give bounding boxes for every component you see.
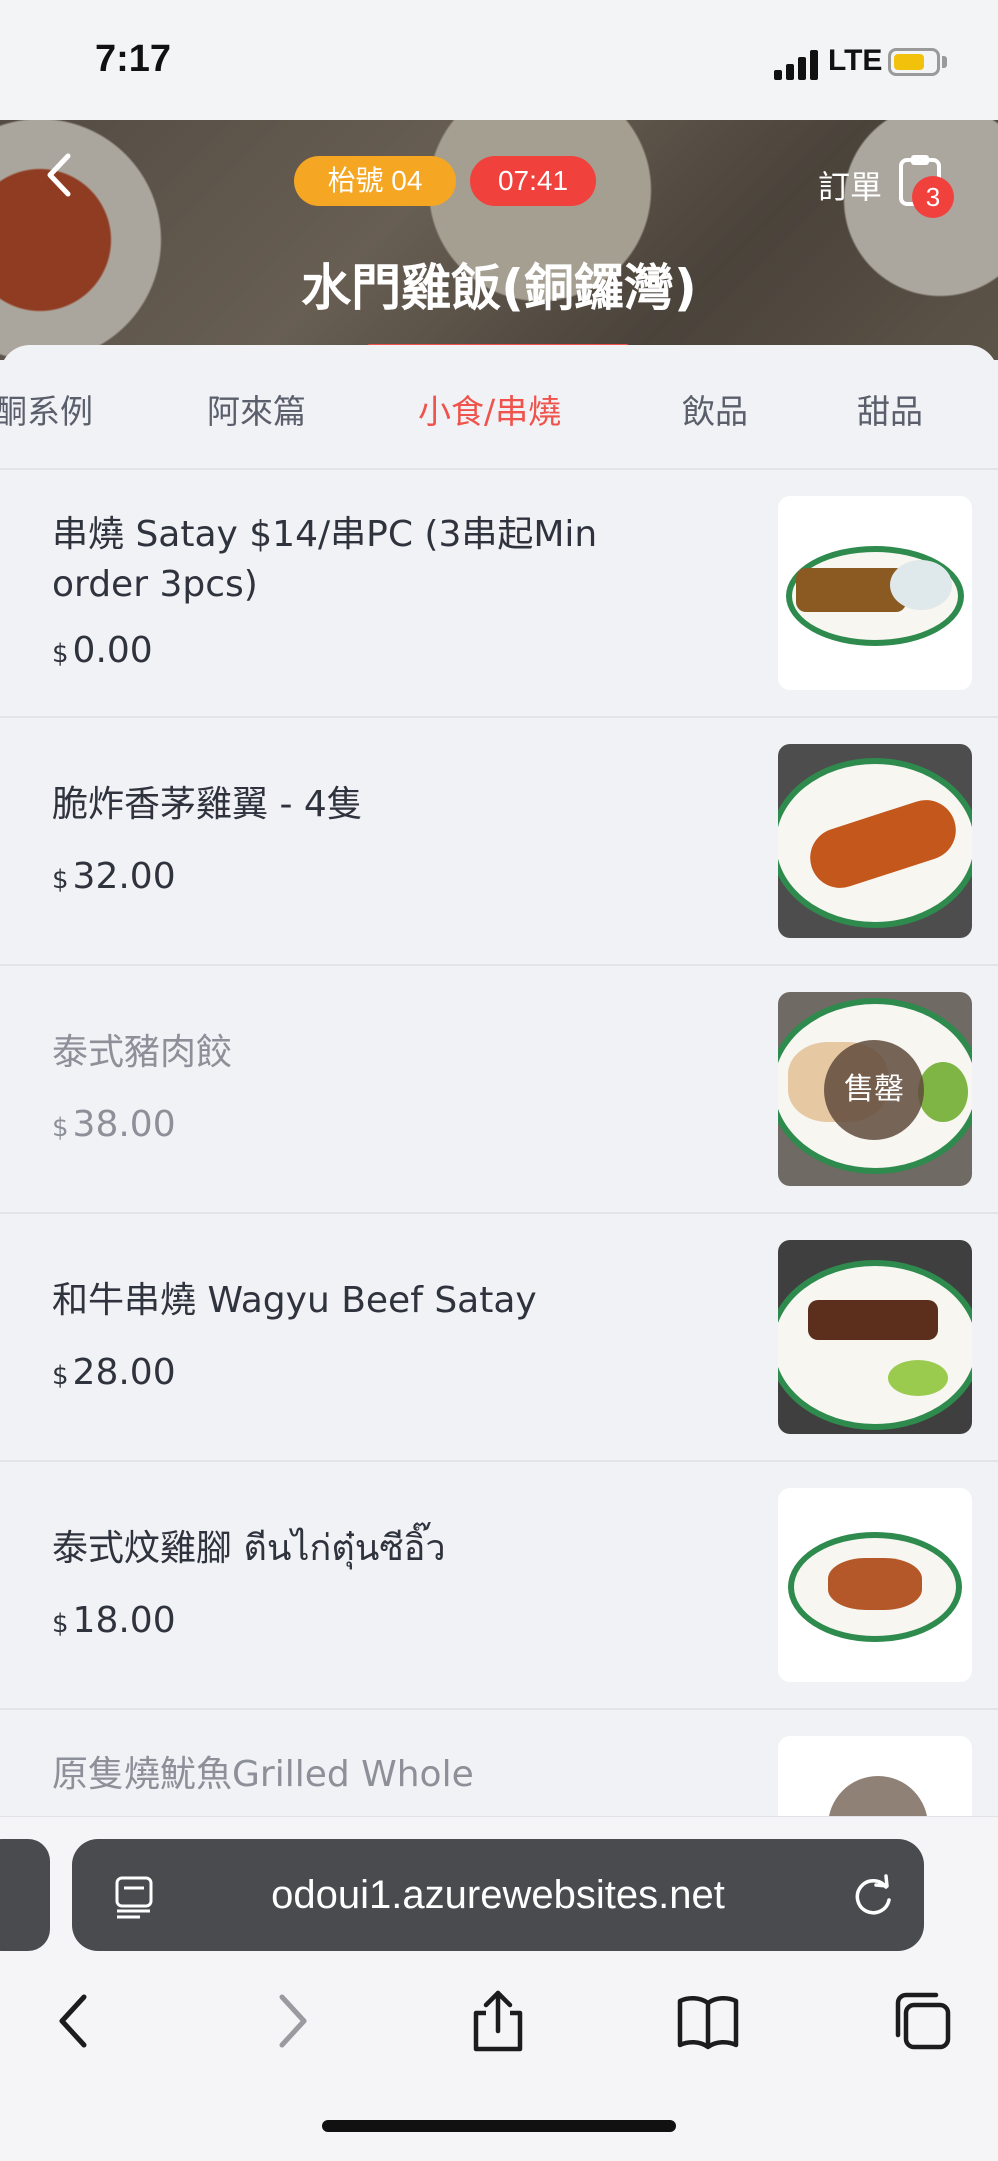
tabs-icon[interactable] (890, 1989, 954, 2053)
network-label: LTE (828, 44, 883, 77)
currency-symbol: $ (52, 1361, 69, 1391)
menu-list: 串燒 Satay $14/串PC (3串起Min order 3pcs) $0.… (0, 470, 998, 1958)
item-name: 原隻燒魷魚Grilled Whole (52, 1754, 474, 1795)
reload-icon[interactable] (850, 1873, 896, 1919)
category-tabs: 酮系例 阿來篇 小食/串燒 飲品 甜品 (0, 345, 998, 470)
order-button-label[interactable]: 訂單 (818, 162, 882, 208)
item-price: $18.00 (52, 1600, 176, 1641)
menu-item[interactable]: 脆炸香茅雞翼 - 4隻 $32.00 (0, 718, 998, 966)
table-number-badge: 枱號 04 (294, 156, 456, 206)
battery-icon (888, 48, 940, 76)
status-bar: 7:17 LTE (0, 0, 998, 120)
item-image-chicken-feet[interactable] (778, 1488, 972, 1682)
currency-symbol: $ (52, 865, 69, 895)
browser-toolbar: odoui1.azurewebsites.net (0, 1816, 998, 2161)
item-image-wagyu-satay[interactable] (778, 1240, 972, 1434)
menu-item[interactable]: 串燒 Satay $14/串PC (3串起Min order 3pcs) $0.… (0, 470, 998, 718)
currency-symbol: $ (52, 639, 69, 669)
price-value: 0.00 (72, 630, 153, 671)
timer-badge: 07:41 (470, 156, 596, 206)
back-icon[interactable] (44, 1989, 108, 2053)
item-name: 脆炸香茅雞翼 - 4隻 (52, 784, 363, 825)
item-image-pork-dumplings[interactable]: 售罄 (778, 992, 972, 1186)
bookmarks-icon[interactable] (676, 1989, 740, 2053)
tab-category-2[interactable]: 阿來篇 (207, 385, 306, 433)
url-text: odoui1.azurewebsites.net (271, 1873, 725, 1917)
item-name: 泰式炆雞腳 ตีนไก่ตุ๋นซีอิ๊ว (52, 1528, 446, 1569)
item-image-satay[interactable] (778, 496, 972, 690)
store-header: 枱號 04 07:41 訂單 3 水門雞飯(銅鑼灣) (0, 120, 998, 360)
signal-icon (774, 48, 820, 80)
home-indicator (322, 2120, 676, 2132)
item-price: $38.00 (52, 1104, 176, 1145)
currency-symbol: $ (52, 1113, 69, 1143)
tab-snacks-satay[interactable]: 小食/串燒 (418, 385, 561, 433)
item-price: $28.00 (52, 1352, 176, 1393)
status-time: 7:17 (95, 38, 172, 80)
tab-drinks[interactable]: 飲品 (682, 385, 748, 433)
forward-icon[interactable] (258, 1989, 322, 2053)
tab-category-1[interactable]: 酮系例 (0, 385, 93, 433)
previous-tab-preview[interactable] (0, 1839, 50, 1951)
share-icon[interactable] (466, 1989, 530, 2053)
store-name: 水門雞飯(銅鑼灣) (301, 259, 697, 317)
menu-item[interactable]: 泰式豬肉餃 $38.00 售罄 (0, 966, 998, 1214)
battery-tip (942, 56, 947, 68)
address-bar[interactable]: odoui1.azurewebsites.net (72, 1839, 924, 1951)
price-value: 38.00 (72, 1104, 176, 1145)
item-name: 串燒 Satay $14/串PC (3串起Min order 3pcs) (52, 514, 598, 605)
item-image-chicken-wings[interactable] (778, 744, 972, 938)
price-value: 18.00 (72, 1600, 176, 1641)
chevron-left-icon[interactable] (40, 150, 80, 200)
menu-item[interactable]: 和牛串燒 Wagyu Beef Satay $28.00 (0, 1214, 998, 1462)
menu-item[interactable]: 泰式炆雞腳 ตีนไก่ตุ๋นซีอิ๊ว $18.00 (0, 1462, 998, 1710)
sold-out-badge: 售罄 (824, 1040, 924, 1140)
currency-symbol: $ (52, 1609, 69, 1639)
item-name: 和牛串燒 Wagyu Beef Satay (52, 1280, 537, 1321)
price-value: 28.00 (72, 1352, 176, 1393)
item-name: 泰式豬肉餃 (52, 1032, 233, 1073)
order-count-badge: 3 (912, 176, 954, 218)
price-value: 32.00 (72, 856, 176, 897)
item-price: $32.00 (52, 856, 176, 897)
tab-desserts[interactable]: 甜品 (857, 385, 923, 433)
item-price: $0.00 (52, 630, 153, 671)
